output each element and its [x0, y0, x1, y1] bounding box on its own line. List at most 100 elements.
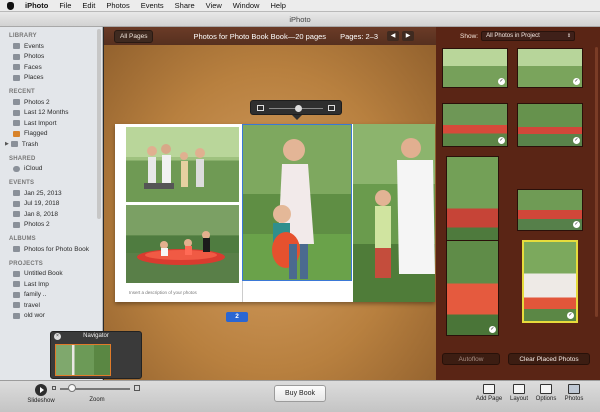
photo-thumbnail[interactable]: ✓: [446, 240, 499, 336]
autoflow-button[interactable]: Autoflow: [442, 353, 500, 365]
book-icon: [13, 291, 20, 298]
previous-page-button[interactable]: ◀: [387, 31, 400, 41]
checkmark-icon: ✓: [573, 78, 580, 85]
navigator-title: Navigator: [83, 333, 109, 339]
small-photo-icon: [257, 105, 264, 111]
popover-arrow: [292, 115, 302, 120]
browser-scrollbar[interactable]: [595, 47, 598, 317]
zoom-slider-knob[interactable]: [68, 384, 76, 392]
menu-edit[interactable]: Edit: [82, 1, 95, 10]
photo-zoom-control[interactable]: [250, 100, 342, 120]
sidebar-item-trash[interactable]: ▶ Trash: [0, 139, 102, 150]
sidebar-item-project[interactable]: family ..: [0, 290, 102, 301]
photo-thumbnail-selected[interactable]: ✓: [522, 240, 578, 323]
play-icon: [35, 384, 47, 396]
sidebar-item-faces[interactable]: Faces: [0, 62, 102, 73]
clear-placed-photos-button[interactable]: Clear Placed Photos: [508, 353, 590, 365]
sidebar-item-project[interactable]: travel: [0, 300, 102, 311]
photo-thumbnail[interactable]: ✓: [442, 48, 508, 88]
all-pages-button[interactable]: All Pages: [114, 29, 154, 43]
sidebar-item-flagged[interactable]: Flagged: [0, 129, 102, 140]
sidebar-item-photos-2[interactable]: Photos 2: [0, 97, 102, 108]
checkmark-icon: ✓: [498, 137, 505, 144]
zoom-slider-knob[interactable]: [295, 105, 302, 112]
next-page-button[interactable]: ▶: [402, 31, 415, 41]
photo-kids-boat-art: [126, 205, 239, 283]
sidebar-item-places[interactable]: Places: [0, 73, 102, 84]
zoom-label: Zoom: [89, 397, 105, 403]
navigator-header: × Navigator: [51, 332, 141, 341]
sidebar-item-last-import[interactable]: Last Import: [0, 118, 102, 129]
show-dropdown[interactable]: All Photos in Project ⇕: [481, 31, 576, 41]
sidebar-item-last-12-months[interactable]: Last 12 Months: [0, 108, 102, 119]
event-icon: [13, 221, 20, 228]
photo-family-grill[interactable]: [126, 127, 239, 202]
menu-photos[interactable]: Photos: [106, 1, 129, 10]
sidebar-item-photos[interactable]: Photos: [0, 52, 102, 63]
navigator-panel: × Navigator: [50, 331, 142, 379]
layout-button[interactable]: Layout: [506, 384, 532, 402]
trash-icon: [10, 141, 18, 148]
sidebar-item-project[interactable]: old wor: [0, 311, 102, 322]
show-label: Show:: [460, 32, 479, 40]
options-button[interactable]: Options: [532, 384, 560, 402]
bottom-toolbar: Slideshow Zoom Buy Book Add Page Layout …: [0, 380, 600, 412]
checkmark-icon: ✓: [573, 137, 580, 144]
disclosure-triangle-icon[interactable]: ▶: [5, 141, 9, 147]
sidebar-item-event[interactable]: Photos 2: [0, 220, 102, 231]
photo-thumbnail[interactable]: ✓: [517, 103, 583, 147]
add-page-button[interactable]: Add Page: [472, 384, 506, 402]
sidebar: LIBRARY Events Photos Faces Places RECEN…: [0, 27, 103, 380]
menu-events[interactable]: Events: [141, 1, 164, 10]
photo-thumbnail[interactable]: ✓: [517, 189, 583, 231]
photo-thumbnail[interactable]: ✓: [446, 156, 499, 252]
faces-icon: [13, 64, 20, 71]
small-zoom-icon: [52, 386, 56, 390]
section-recent: RECENT: [9, 89, 35, 95]
book-icon: [13, 302, 20, 309]
selection-frame: [242, 124, 352, 281]
album-icon: [13, 99, 20, 106]
photo-caption[interactable]: Insert a description of your photos: [129, 290, 197, 295]
sidebar-item-project[interactable]: Last Imp: [0, 279, 102, 290]
sidebar-item-project[interactable]: Untitled Book: [0, 269, 102, 280]
menu-help[interactable]: Help: [270, 1, 285, 10]
photos-icon: [568, 384, 580, 394]
sidebar-item-event[interactable]: Jan 8, 2018: [0, 209, 102, 220]
photo-father-son[interactable]: [353, 124, 435, 302]
photo-kids-boat[interactable]: [126, 205, 239, 283]
navigator-thumbnail[interactable]: [55, 344, 111, 376]
photo-thumbnail[interactable]: ✓: [517, 48, 583, 88]
menu-share[interactable]: Share: [175, 1, 195, 10]
menu-app[interactable]: iPhoto: [25, 1, 48, 10]
photo-father-son-art: [353, 124, 435, 302]
book-icon: [13, 270, 20, 277]
layout-icon: [513, 384, 525, 394]
menu-window[interactable]: Window: [233, 1, 260, 10]
book-header: All Pages Photos for Photo Book Book—20 …: [104, 27, 436, 45]
sidebar-item-album[interactable]: Photos for Photo Book: [0, 244, 102, 255]
menu-file[interactable]: File: [59, 1, 71, 10]
large-zoom-icon: [134, 385, 140, 391]
sidebar-item-event[interactable]: Jan 25, 2013: [0, 188, 102, 199]
event-icon: [13, 211, 20, 218]
sidebar-item-icloud[interactable]: iCloud: [0, 164, 102, 175]
photo-family-grill-art: [126, 127, 239, 189]
options-icon: [540, 384, 552, 394]
close-icon[interactable]: ×: [54, 333, 61, 340]
event-icon: [13, 190, 20, 197]
sidebar-scrollbar[interactable]: [97, 29, 101, 219]
sidebar-item-event[interactable]: Jul 19, 2018: [0, 199, 102, 210]
checkmark-icon: ✓: [567, 312, 574, 319]
cloud-icon: [13, 165, 20, 172]
menu-view[interactable]: View: [206, 1, 222, 10]
checkmark-icon: ✓: [498, 78, 505, 85]
section-library: LIBRARY: [9, 33, 37, 39]
sidebar-item-events[interactable]: Events: [0, 41, 102, 52]
photos-button[interactable]: Photos: [560, 384, 588, 402]
apple-icon[interactable]: [7, 1, 14, 10]
photo-thumbnail[interactable]: ✓: [442, 103, 508, 147]
buy-book-button[interactable]: Buy Book: [274, 385, 326, 402]
checkmark-icon: ✓: [573, 221, 580, 228]
album-icon: [13, 246, 20, 253]
